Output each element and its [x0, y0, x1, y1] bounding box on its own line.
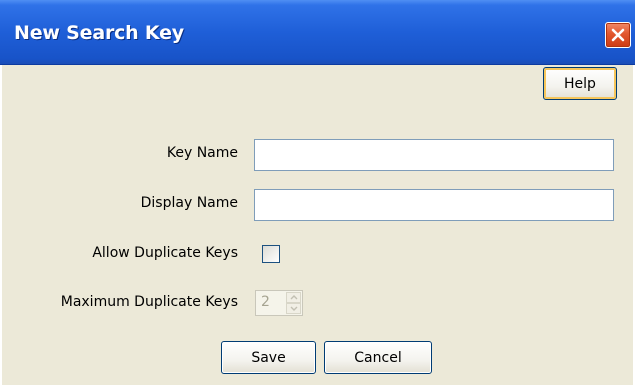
spinner-arrows [286, 292, 301, 314]
display-name-label: Display Name [140, 195, 238, 211]
help-button[interactable]: Help [543, 67, 617, 100]
spinner-down-button[interactable] [286, 303, 301, 314]
close-button[interactable] [605, 22, 631, 48]
key-name-label: Key Name [166, 145, 238, 161]
chevron-down-icon [290, 306, 297, 311]
close-icon [611, 28, 625, 42]
allow-duplicate-keys-checkbox[interactable] [262, 245, 280, 263]
spinner-value: 2 [261, 294, 270, 310]
display-name-input[interactable] [254, 189, 614, 221]
dialog-window: New Search Key Help Key Name Display Nam… [0, 0, 635, 385]
key-name-input[interactable] [254, 139, 614, 171]
dialog-content: Help Key Name Display Name Allow Duplica… [2, 65, 633, 385]
maximum-duplicate-keys-label: Maximum Duplicate Keys [60, 294, 238, 310]
dialog-title: New Search Key [14, 22, 184, 44]
title-bar[interactable]: New Search Key [0, 0, 635, 65]
chevron-up-icon [290, 295, 297, 300]
allow-duplicate-keys-label: Allow Duplicate Keys [92, 245, 238, 261]
cancel-button[interactable]: Cancel [324, 341, 432, 374]
save-button[interactable]: Save [221, 341, 316, 374]
maximum-duplicate-keys-spinner[interactable]: 2 [255, 290, 303, 316]
spinner-up-button[interactable] [286, 292, 301, 303]
